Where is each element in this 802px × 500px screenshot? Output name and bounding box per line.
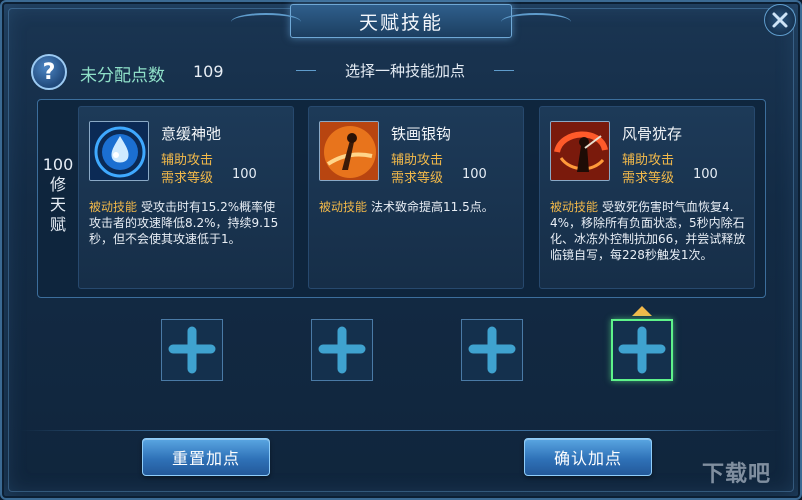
talent-name: 铁画银钩 (391, 125, 452, 143)
passive-tag: 被动技能 (550, 200, 599, 214)
talent-description: 被动技能 受攻击时有15.2%概率使攻击者的攻速降低8.2%，持续9.15秒，但不… (89, 199, 287, 247)
confirm-points-button[interactable]: 确认加点 (524, 438, 652, 476)
tier-char-2: 天 (49, 195, 66, 214)
talent-card-3[interactable]: 风骨犹存 辅助攻击 需求等级 100 被动技能 受致死伤害时气血恢复4.4%，移除… (539, 106, 755, 289)
plus-icon (168, 326, 216, 374)
required-level-label: 需求等级 (622, 171, 675, 186)
passive-tag: 被动技能 (319, 200, 368, 214)
question-icon: ? (42, 59, 56, 85)
skill-slot-1[interactable] (161, 319, 223, 381)
title-ornament-left (231, 13, 301, 31)
instruction-text: 选择一种技能加点 (296, 60, 514, 81)
passive-tag: 被动技能 (89, 200, 138, 214)
required-level-value: 100 (693, 167, 718, 182)
required-level-label: 需求等级 (161, 171, 214, 186)
selected-slot-arrow-icon (632, 306, 652, 316)
talent-category: 辅助攻击 (161, 153, 214, 168)
required-level-value: 100 (462, 167, 487, 182)
plus-icon (618, 326, 666, 374)
skill-slot-3[interactable] (461, 319, 523, 381)
tier-level: 100 (42, 155, 74, 174)
talent-card-1[interactable]: 意缓神弛 辅助攻击 需求等级 100 被动技能 受攻击时有15.2%概率使攻击者的… (78, 106, 294, 289)
unassigned-points-value: 109 (193, 62, 224, 81)
skill-slot-4-selected[interactable] (611, 319, 673, 381)
reset-points-button[interactable]: 重置加点 (142, 438, 270, 476)
required-level-label: 需求等级 (391, 171, 444, 186)
talent-name: 意缓神弛 (161, 125, 222, 143)
tier-label: 100 修 天 赋 (41, 155, 75, 235)
required-level-value: 100 (232, 167, 257, 182)
title-bar: 天赋技能 (231, 4, 571, 38)
title-ornament-right (501, 13, 571, 31)
talent-description: 被动技能 受致死伤害时气血恢复4.4%，移除所有负面状态，5秒内除石化、冰冻外控制… (550, 199, 748, 263)
talent-card-2[interactable]: 铁画银钩 辅助攻击 需求等级 100 被动技能 法术致命提高11.5点。 (308, 106, 524, 289)
talent-category: 辅助攻击 (622, 153, 675, 168)
unassigned-points-label: 未分配点数 (80, 66, 165, 86)
tier-char-3: 赋 (49, 215, 66, 234)
talent-category: 辅助攻击 (391, 153, 444, 168)
footer-divider (20, 430, 782, 431)
plus-icon (318, 326, 366, 374)
window-title: 天赋技能 (358, 11, 443, 34)
talent-description-text: 法术致命提高11.5点。 (371, 200, 494, 214)
plus-icon (468, 326, 516, 374)
watermark-logo: 下载吧 (702, 462, 772, 487)
brush-strike-icon (319, 121, 379, 181)
talent-name: 风骨犹存 (622, 125, 683, 143)
close-button[interactable] (764, 4, 796, 36)
close-icon (772, 12, 788, 28)
tier-char-1: 修 (49, 175, 66, 194)
water-drop-icon (89, 121, 149, 181)
talent-description: 被动技能 法术致命提高11.5点。 (319, 199, 517, 215)
help-button[interactable]: ? (31, 54, 67, 90)
warrior-swirl-icon (550, 121, 610, 181)
skill-slot-2[interactable] (311, 319, 373, 381)
